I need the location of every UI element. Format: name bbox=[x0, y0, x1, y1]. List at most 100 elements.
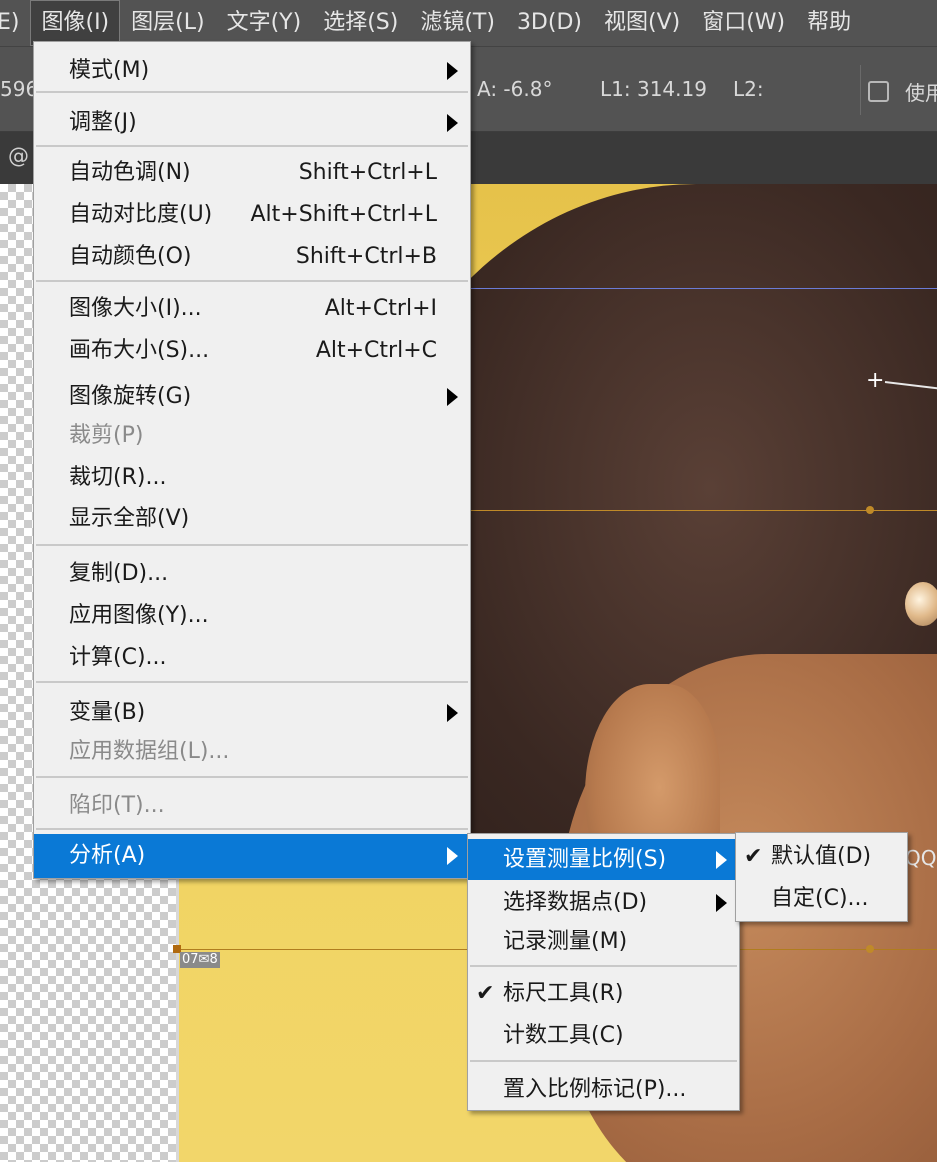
menu-item-auto-contrast[interactable]: 自动对比度(U) Alt+Shift+Ctrl+L bbox=[34, 194, 470, 236]
menu-item-mode[interactable]: 模式(M) bbox=[34, 50, 470, 92]
menu-item-label: 画布大小(S)... bbox=[69, 338, 210, 363]
menu-item-ruler-tool[interactable]: ✔ 标尺工具(R) bbox=[468, 973, 739, 1015]
menu-item-label: 选择数据点(D) bbox=[503, 890, 648, 915]
menu-item-adjustments[interactable]: 调整(J) bbox=[34, 102, 470, 144]
menu-item-select-data-points[interactable]: 选择数据点(D) bbox=[468, 882, 739, 924]
menu-item-label: 计算(C)... bbox=[69, 645, 167, 670]
menu-item-shortcut: Alt+Ctrl+I bbox=[324, 296, 437, 321]
menu-item-shortcut: Shift+Ctrl+L bbox=[298, 160, 437, 185]
document-tab[interactable]: @ bbox=[8, 144, 29, 168]
menu-item-label: 设置测量比例(S) bbox=[503, 847, 667, 872]
menu-separator bbox=[36, 544, 468, 546]
menu-item-label: 置入比例标记(P)... bbox=[503, 1077, 687, 1102]
angle-readout: A: -6.8° bbox=[477, 77, 553, 101]
menu-item-label: 裁剪(P) bbox=[69, 423, 144, 448]
menu-item-label: 计数工具(C) bbox=[503, 1023, 624, 1048]
menu-item-variables[interactable]: 变量(B) bbox=[34, 692, 470, 734]
analysis-submenu: 设置测量比例(S) 选择数据点(D) 记录测量(M) ✔ 标尺工具(R) 计数工… bbox=[467, 833, 740, 1111]
menu-item-label: 自动色调(N) bbox=[69, 160, 191, 185]
menu-separator bbox=[470, 1060, 737, 1062]
menu-item-set-measurement-scale[interactable]: 设置测量比例(S) bbox=[468, 839, 739, 880]
image-menu: 模式(M) 调整(J) 自动色调(N) Shift+Ctrl+L 自动对比度(U… bbox=[33, 41, 471, 879]
menu-item-shortcut: Shift+Ctrl+B bbox=[295, 244, 437, 269]
menu-type[interactable]: 文字(Y) bbox=[216, 0, 313, 46]
watermark-text: QQ bbox=[905, 846, 937, 870]
menu-item-shortcut: Alt+Ctrl+C bbox=[315, 338, 437, 363]
menu-item-label: 变量(B) bbox=[69, 700, 146, 725]
photo-earring bbox=[905, 582, 937, 626]
menu-item-label: 自动颜色(O) bbox=[69, 244, 192, 269]
menu-item-reveal-all[interactable]: 显示全部(V) bbox=[34, 498, 470, 540]
menu-view[interactable]: 视图(V) bbox=[593, 0, 691, 46]
menu-item-label: 显示全部(V) bbox=[69, 506, 190, 531]
submenu-arrow-icon bbox=[716, 894, 727, 912]
menu-item-label: 记录测量(M) bbox=[503, 929, 628, 954]
checkmark-icon: ✔ bbox=[476, 981, 495, 1006]
crosshair-icon: + bbox=[866, 368, 885, 393]
menu-filter[interactable]: 滤镜(T) bbox=[409, 0, 506, 46]
use-measurement-checkbox[interactable] bbox=[868, 81, 889, 102]
menu-item-label: 图像旋转(G) bbox=[69, 384, 192, 409]
menu-help[interactable]: 帮助 bbox=[796, 0, 862, 46]
menu-separator bbox=[36, 681, 468, 683]
menu-item-apply-image[interactable]: 应用图像(Y)... bbox=[34, 595, 470, 637]
menu-item-auto-color[interactable]: 自动颜色(O) Shift+Ctrl+B bbox=[34, 236, 470, 278]
menu-item-label: 调整(J) bbox=[69, 110, 137, 135]
menu-item-label: 自动对比度(U) bbox=[69, 202, 213, 227]
submenu-arrow-icon bbox=[447, 847, 458, 865]
menu-3d[interactable]: 3D(D) bbox=[506, 0, 593, 46]
envelope-icon: ✉ bbox=[198, 952, 210, 967]
menu-item-count-tool[interactable]: 计数工具(C) bbox=[468, 1015, 739, 1057]
checkmark-icon: ✔ bbox=[744, 844, 763, 869]
menu-bar: E) 图像(I) 图层(L) 文字(Y) 选择(S) 滤镜(T) 3D(D) 视… bbox=[0, 0, 937, 46]
menu-item-auto-tone[interactable]: 自动色调(N) Shift+Ctrl+L bbox=[34, 152, 470, 194]
submenu-arrow-icon bbox=[447, 388, 458, 406]
submenu-arrow-icon bbox=[716, 851, 727, 869]
menu-item-label: 图像大小(I)... bbox=[69, 296, 202, 321]
menu-item-image-rotation[interactable]: 图像旋转(G) bbox=[34, 376, 470, 418]
menu-separator bbox=[36, 280, 468, 282]
menu-item-label: 裁切(R)... bbox=[69, 465, 167, 490]
menu-window[interactable]: 窗口(W) bbox=[691, 0, 796, 46]
menu-separator bbox=[36, 828, 468, 830]
menu-edit-partial[interactable]: E) bbox=[0, 0, 30, 46]
menu-item-label: 标尺工具(R) bbox=[503, 981, 624, 1006]
menu-item-analysis[interactable]: 分析(A) bbox=[34, 834, 470, 878]
measurement-scale-submenu: ✔ 默认值(D) 自定(C)... bbox=[735, 832, 908, 922]
menu-separator bbox=[36, 91, 468, 93]
guide-line-blue[interactable] bbox=[470, 288, 937, 289]
menu-item-calculations[interactable]: 计算(C)... bbox=[34, 637, 470, 679]
measure-label-value-2: 8 bbox=[209, 952, 218, 967]
menu-item-label: 默认值(D) bbox=[771, 844, 872, 869]
menu-item-label: 模式(M) bbox=[69, 58, 150, 83]
menu-item-canvas-size[interactable]: 画布大小(S)... Alt+Ctrl+C bbox=[34, 330, 470, 372]
menu-item-apply-data-set: 应用数据组(L)... bbox=[34, 731, 470, 773]
menu-item-place-scale-marker[interactable]: 置入比例标记(P)... bbox=[468, 1069, 739, 1111]
menu-item-custom-scale[interactable]: 自定(C)... bbox=[736, 878, 907, 920]
measure-label-value: 07 bbox=[182, 952, 199, 967]
submenu-arrow-icon bbox=[447, 704, 458, 722]
measure-endpoint-top[interactable] bbox=[866, 506, 874, 514]
use-measurement-label: 使用 bbox=[905, 81, 937, 105]
menu-item-trim[interactable]: 裁切(R)... bbox=[34, 457, 470, 499]
menu-item-crop: 裁剪(P) bbox=[34, 415, 470, 457]
menu-item-label: 应用图像(Y)... bbox=[69, 603, 209, 628]
measure-endpoint-bottom[interactable] bbox=[866, 945, 874, 953]
menu-item-label: 自定(C)... bbox=[771, 886, 869, 911]
menu-separator bbox=[36, 145, 468, 147]
menu-item-record-measurements[interactable]: 记录测量(M) bbox=[468, 921, 739, 963]
menu-select[interactable]: 选择(S) bbox=[312, 0, 409, 46]
menu-item-label: 应用数据组(L)... bbox=[69, 739, 230, 764]
l2-readout: L2: bbox=[733, 77, 764, 101]
menu-separator bbox=[470, 965, 737, 967]
submenu-arrow-icon bbox=[447, 114, 458, 132]
submenu-arrow-icon bbox=[447, 62, 458, 80]
menu-item-duplicate[interactable]: 复制(D)... bbox=[34, 553, 470, 595]
menu-layer[interactable]: 图层(L) bbox=[120, 0, 215, 46]
l1-readout: L1: 314.19 bbox=[600, 77, 707, 101]
menu-item-default-scale[interactable]: ✔ 默认值(D) bbox=[736, 836, 907, 878]
menu-item-trap: 陷印(T)... bbox=[34, 785, 470, 827]
menu-image[interactable]: 图像(I) bbox=[30, 0, 121, 46]
menu-item-label: 陷印(T)... bbox=[69, 793, 165, 818]
menu-item-image-size[interactable]: 图像大小(I)... Alt+Ctrl+I bbox=[34, 288, 470, 330]
